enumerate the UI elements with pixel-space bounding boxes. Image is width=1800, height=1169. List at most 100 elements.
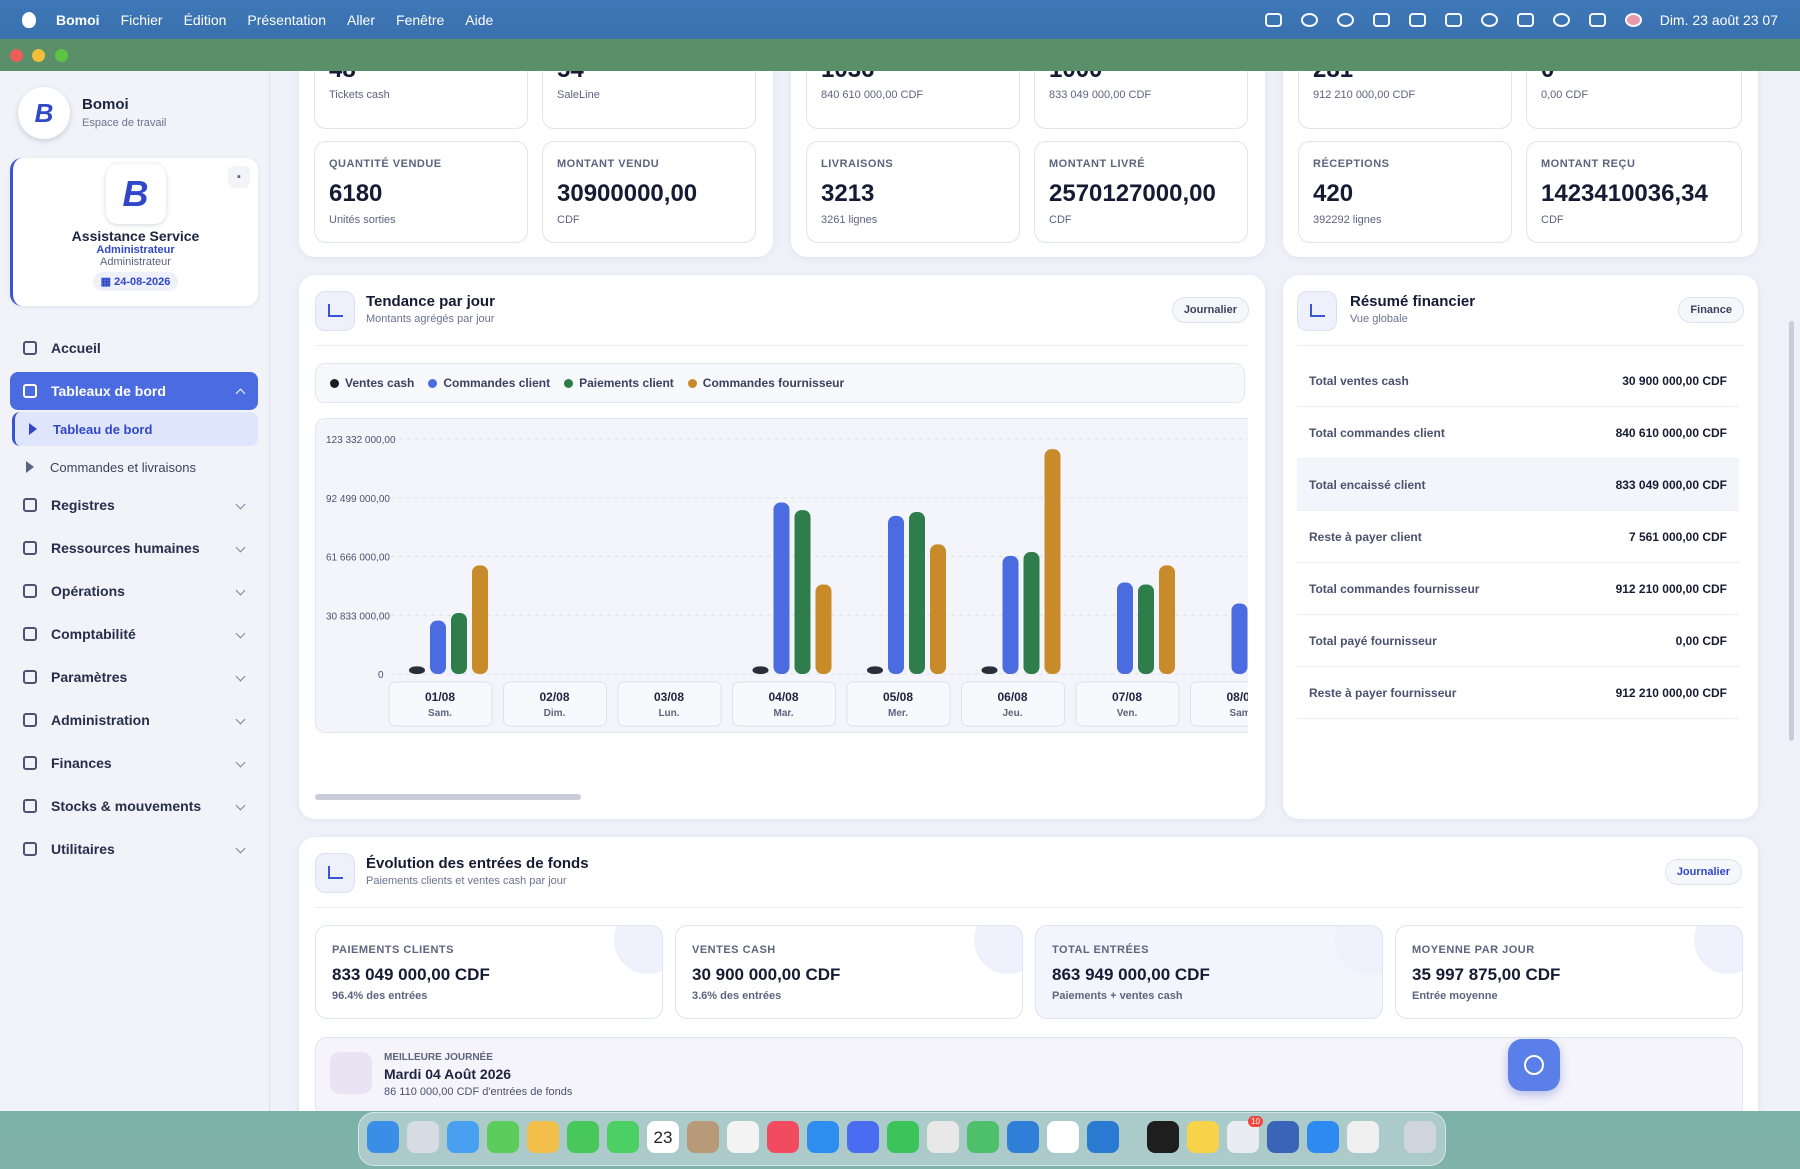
whatsapp-icon[interactable] [887, 1121, 919, 1153]
user-avatar-icon[interactable] [1624, 12, 1642, 27]
finder-icon[interactable] [367, 1121, 399, 1153]
sidebar-item-parametres[interactable]: Paramètres [10, 658, 258, 696]
finance-button[interactable]: Finance [1678, 297, 1744, 323]
trend-period-button[interactable]: Journalier [1171, 297, 1249, 323]
sidebar-item-administration[interactable]: Administration [10, 701, 258, 739]
chatgpt-icon[interactable]: 10 [1227, 1116, 1263, 1153]
kpi-total-entrees: TOTAL ENTRÉES 863 949 000,00 CDF Paiements… [1035, 925, 1383, 1019]
bar-commandes-client[interactable] [888, 515, 904, 674]
grid-icon[interactable] [1408, 12, 1426, 27]
main-scrollbar[interactable] [1789, 321, 1794, 741]
bar-paiements-client[interactable] [451, 613, 467, 674]
control-center-icon[interactable] [1588, 12, 1606, 27]
app-store-icon[interactable] [807, 1121, 839, 1153]
sidebar-item-registres[interactable]: Registres [10, 486, 258, 524]
findmy-icon[interactable] [967, 1121, 999, 1153]
proxyman-icon[interactable] [1307, 1121, 1339, 1153]
apple-menu-icon[interactable] [22, 11, 36, 28]
bar-commandes-client[interactable] [430, 620, 446, 674]
bar-commandes-client[interactable] [1231, 603, 1248, 674]
facetime-icon[interactable] [567, 1121, 599, 1153]
phone-icon[interactable] [607, 1121, 639, 1153]
palette-button[interactable] [1508, 1039, 1560, 1091]
sidebar-item-stocks[interactable]: Stocks & mouvements [10, 787, 258, 825]
bar-commandes-fournisseur[interactable] [472, 565, 488, 674]
bar-paiements-client[interactable] [909, 512, 925, 674]
sidebar-item-utilitaires[interactable]: Utilitaires [10, 830, 258, 868]
bar-paiements-client[interactable] [1023, 552, 1040, 674]
contacts-icon[interactable] [687, 1121, 719, 1153]
bar-ventes-cash[interactable] [409, 666, 425, 674]
bar-commandes-fournisseur[interactable] [1159, 565, 1175, 674]
search-icon[interactable] [1552, 12, 1570, 27]
chrome-icon[interactable] [927, 1121, 959, 1153]
safari-icon[interactable] [447, 1121, 479, 1153]
menubar-clock[interactable]: Dim. 23 août 23 07 [1660, 12, 1778, 28]
legend-item[interactable]: Commandes fournisseur [687, 376, 844, 390]
trash-icon[interactable] [1404, 1121, 1436, 1153]
bar-ventes-cash[interactable] [867, 666, 883, 674]
sidebar-subitem-label: Tableau de bord [53, 421, 153, 437]
bar-commandes-client[interactable] [1117, 582, 1133, 674]
sidebar-item-tableaux-de-bord[interactable]: Tableaux de bord [10, 372, 258, 410]
terminal-icon[interactable] [1147, 1121, 1179, 1153]
bluetooth-icon[interactable] [1444, 12, 1462, 27]
sidebar-item-accueil[interactable]: Accueil [10, 329, 258, 367]
bar-commandes-fournisseur[interactable] [930, 544, 946, 674]
bar-commandes-fournisseur[interactable] [815, 584, 832, 674]
vscode-icon[interactable] [1087, 1121, 1119, 1153]
notes-icon[interactable] [1187, 1121, 1219, 1153]
legend-item[interactable]: Paiements client [564, 376, 674, 390]
menu-aller[interactable]: Aller [347, 12, 375, 28]
menu-fichier[interactable]: Fichier [121, 12, 163, 28]
reminders-icon[interactable] [727, 1121, 759, 1153]
bar-paiements-client[interactable] [794, 510, 811, 674]
x-category-box [1190, 681, 1248, 727]
zoom-window-button[interactable] [55, 49, 68, 62]
music-icon[interactable] [767, 1121, 799, 1153]
minimize-window-button[interactable] [32, 49, 45, 62]
menu-edition[interactable]: Édition [184, 12, 227, 28]
bar-commandes-client[interactable] [773, 502, 790, 674]
code-editor-icon[interactable] [1347, 1121, 1379, 1153]
bar-paiements-client[interactable] [1138, 584, 1154, 674]
sidebar-item-ressources-humaines[interactable]: Ressources humaines [10, 529, 258, 567]
volume-icon[interactable] [1372, 12, 1390, 27]
bar-commandes-client[interactable] [1002, 555, 1019, 674]
legend-item[interactable]: Ventes cash [330, 376, 414, 390]
chart-scrollbar[interactable] [315, 794, 581, 800]
calendar-icon[interactable]: 23 [647, 1121, 679, 1153]
disk-utility-icon[interactable] [1267, 1121, 1299, 1153]
chevron-up-icon [235, 388, 246, 399]
simulator-icon[interactable] [847, 1121, 879, 1153]
chevron-down-icon [235, 757, 246, 768]
menu-fenetre[interactable]: Fenêtre [396, 12, 444, 28]
pin-icon[interactable]: ▪ [228, 166, 250, 188]
messages-icon[interactable] [487, 1121, 519, 1153]
evolution-period-button[interactable]: Journalier [1664, 859, 1742, 885]
play-icon[interactable] [1336, 12, 1354, 27]
launchpad-icon[interactable] [407, 1121, 439, 1153]
openai-icon[interactable] [1300, 12, 1318, 27]
sidebar-item-operations[interactable]: Opérations [10, 572, 258, 610]
wifi-icon[interactable] [1480, 12, 1498, 27]
close-window-button[interactable] [10, 49, 23, 62]
screen-icon[interactable] [1264, 12, 1282, 27]
bomoi-app-icon[interactable] [1047, 1121, 1079, 1153]
menu-presentation[interactable]: Présentation [247, 12, 326, 28]
kpi-sub: 3261 lignes [821, 214, 878, 226]
bar-ventes-cash[interactable] [752, 666, 769, 674]
bar-ventes-cash[interactable] [981, 666, 998, 674]
bar-commandes-fournisseur[interactable] [1044, 449, 1061, 674]
windows-app-icon[interactable] [1007, 1121, 1039, 1153]
legend-item[interactable]: Commandes client [428, 376, 550, 390]
battery-icon[interactable] [1516, 12, 1534, 27]
photos-icon[interactable] [527, 1121, 559, 1153]
sidebar-subitem-tableau-de-bord[interactable]: Tableau de bord [12, 412, 258, 446]
kpi-sub: 0,00 CDF [1541, 89, 1589, 101]
menu-aide[interactable]: Aide [465, 12, 493, 28]
sidebar-subitem-commandes-livraisons[interactable]: Commandes et livraisons [12, 450, 258, 484]
sidebar-item-finances[interactable]: Finances [10, 744, 258, 782]
sidebar-item-comptabilite[interactable]: Comptabilité [10, 615, 258, 653]
menu-app-name[interactable]: Bomoi [56, 12, 100, 28]
